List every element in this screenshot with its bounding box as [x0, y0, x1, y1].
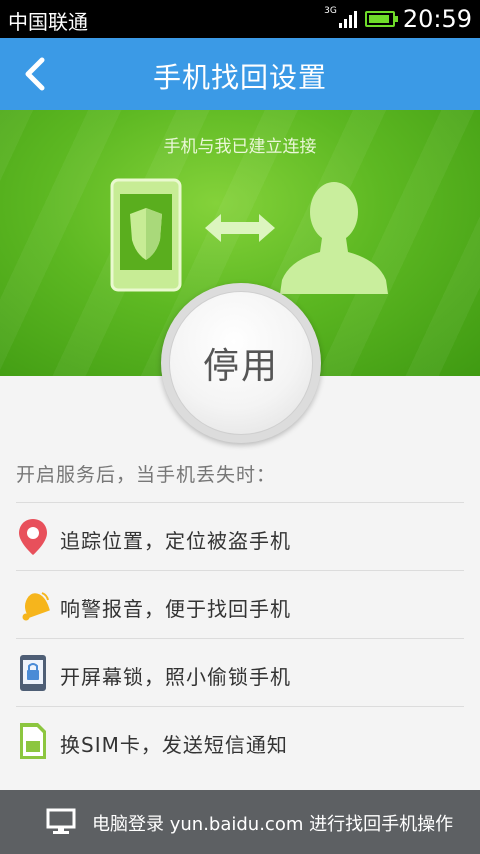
page-title: 手机找回设置	[152, 61, 327, 94]
user-silhouette-icon	[278, 176, 390, 298]
feature-label: 开屏幕锁，照小偷锁手机	[60, 665, 291, 689]
feature-item-location: 追踪位置，定位被盗手机	[0, 503, 480, 571]
double-arrow-icon	[203, 210, 277, 246]
status-icons: 3G 20:59	[324, 4, 472, 34]
feature-item-sim: 换SIM卡，发送短信通知	[0, 707, 480, 775]
feature-label: 换SIM卡，发送短信通知	[60, 733, 288, 757]
status-bar: 中国联通 3G 20:59	[0, 0, 480, 38]
feature-item-lock: 开屏幕锁，照小偷锁手机	[0, 639, 480, 707]
location-pin-icon	[16, 517, 50, 557]
app-header: 手机找回设置	[0, 38, 480, 110]
network-type: 3G	[324, 6, 337, 16]
pc-login-text: 电脑登录 yun.baidu.com 进行找回手机操作	[92, 814, 454, 835]
services-intro: 开启服务后，当手机丢失时：	[16, 464, 277, 486]
feature-label: 追踪位置，定位被盗手机	[60, 529, 291, 553]
connection-status: 手机与我已建立连接	[163, 137, 317, 157]
battery-fill	[368, 15, 389, 23]
feature-label: 响警报音，便于找回手机	[60, 597, 291, 621]
carrier-name: 中国联通	[8, 10, 88, 34]
phone-shield-icon	[110, 178, 182, 292]
clock: 20:59	[402, 5, 472, 33]
lock-phone-icon	[16, 653, 50, 693]
sim-card-icon	[16, 721, 50, 761]
stop-service-button[interactable]: 停用	[169, 291, 313, 435]
battery-icon	[364, 11, 398, 27]
signal-icon	[338, 10, 357, 28]
pc-login-bar[interactable]: 电脑登录 yun.baidu.com 进行找回手机操作	[0, 790, 480, 854]
monitor-icon	[46, 808, 76, 836]
bell-icon	[16, 585, 50, 625]
feature-item-alarm: 响警报音，便于找回手机	[0, 571, 480, 639]
